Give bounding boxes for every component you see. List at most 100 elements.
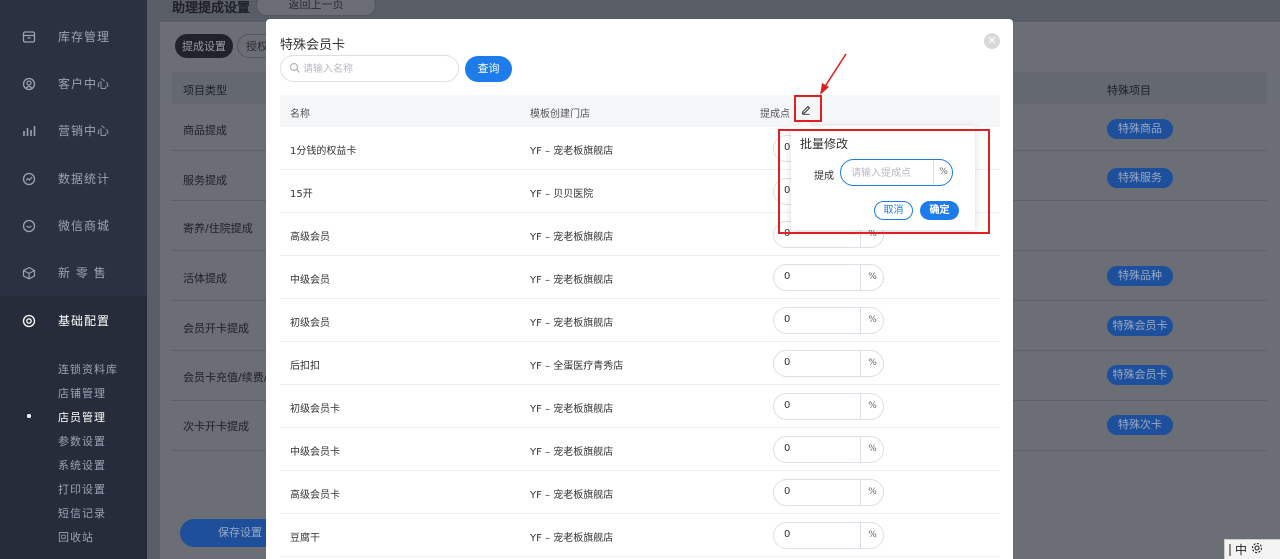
- rate-value: 0: [784, 314, 791, 325]
- rate-input[interactable]: 0%: [773, 264, 884, 291]
- gear-icon[interactable]: [1251, 542, 1263, 557]
- current-indicator-dot: [27, 414, 31, 418]
- commission-type-label: 会员卡充值/续费/换: [183, 371, 266, 384]
- special-goods-button[interactable]: 特殊商品: [1107, 119, 1173, 139]
- row-name: 豆腐干: [290, 533, 320, 544]
- inventory-icon: [22, 30, 36, 44]
- row-store: YF – 宠老板旗舰店: [530, 318, 614, 329]
- percent-unit: %: [860, 394, 884, 419]
- percent-unit: %: [860, 351, 884, 376]
- rate-value: 0: [784, 400, 791, 411]
- sidebar: 库存管理 客户中心 营销中心 数据统计 微信商城 新 零 售 基础配置 连锁资料…: [0, 0, 147, 559]
- rate-value: 0: [784, 271, 791, 282]
- column-header-special: 特殊项目: [1107, 84, 1151, 97]
- sidebar-item-retail[interactable]: 新 零 售: [0, 249, 147, 296]
- annotation-arrow: [820, 53, 847, 95]
- sidebar-item-statistics[interactable]: 数据统计: [0, 155, 147, 202]
- sidebar-item-label: 基础配置: [58, 314, 111, 328]
- percent-unit: %: [860, 523, 884, 548]
- row-store: YF – 全蛋医疗青秀店: [530, 361, 624, 372]
- close-icon[interactable]: ✕: [984, 33, 1000, 49]
- search-icon: [289, 62, 301, 74]
- ime-language: 中: [1235, 543, 1248, 557]
- sidebar-item-label: 新 零 售: [58, 266, 107, 280]
- row-store: YF – 贝贝医院: [530, 189, 594, 200]
- config-icon: [22, 314, 36, 328]
- sidebar-item-config[interactable]: 基础配置: [0, 297, 147, 344]
- sidebar-sub-item[interactable]: 系统设置: [58, 457, 106, 473]
- table-row: 初级会员 YF – 宠老板旗舰店 0%: [280, 299, 1000, 342]
- special-member-card-modal: 特殊会员卡 ✕ 查询 名称 模板创建门店 提成点 1分钱的权益卡 YF – 宠老…: [266, 19, 1013, 559]
- sidebar-item-wechat-mall[interactable]: 微信商城: [0, 202, 147, 249]
- table-row: 豆腐干 YF – 宠老板旗舰店 0%: [280, 514, 1000, 557]
- row-store: YF – 宠老板旗舰店: [530, 447, 614, 458]
- annotation-box-popover: [778, 129, 990, 234]
- column-header-type: 项目类型: [183, 84, 227, 97]
- row-store: YF – 宠老板旗舰店: [530, 232, 614, 243]
- sidebar-sub-item[interactable]: 打印设置: [58, 481, 106, 497]
- sidebar-sub-item[interactable]: 短信记录: [58, 505, 106, 521]
- marketing-icon: [22, 124, 36, 138]
- sidebar-item-label: 微信商城: [58, 219, 111, 233]
- rate-input[interactable]: 0%: [773, 436, 884, 463]
- sidebar-sub-item-current[interactable]: 店员管理: [58, 409, 106, 425]
- sidebar-item-marketing[interactable]: 营销中心: [0, 107, 147, 154]
- percent-unit: %: [860, 437, 884, 462]
- back-button[interactable]: 返回上一页: [256, 0, 376, 16]
- table-row: 高级会员卡 YF – 宠老板旗舰店 0%: [280, 471, 1000, 514]
- rate-input[interactable]: 0%: [773, 522, 884, 549]
- rate-input[interactable]: 0%: [773, 350, 884, 377]
- percent-unit: %: [860, 308, 884, 333]
- special-breed-button[interactable]: 特殊品种: [1107, 266, 1173, 286]
- row-store: YF – 宠老板旗舰店: [530, 275, 614, 286]
- ime-indicator[interactable]: 中: [1224, 539, 1280, 559]
- row-name: 中级会员: [290, 275, 330, 286]
- ime-handle-icon: [1229, 543, 1231, 556]
- sidebar-item-label: 客户中心: [58, 77, 111, 91]
- special-count-card-button[interactable]: 特殊次卡: [1107, 415, 1173, 435]
- sidebar-sub-item[interactable]: 连锁资料库: [58, 361, 118, 377]
- statistics-icon: [22, 172, 36, 186]
- special-service-button[interactable]: 特殊服务: [1107, 168, 1173, 188]
- row-name: 初级会员卡: [290, 404, 340, 415]
- row-name: 后扣扣: [290, 361, 320, 372]
- commission-type-label: 活体提成: [183, 272, 227, 285]
- commission-type-label: 会员开卡提成: [183, 322, 249, 335]
- row-name: 1分钱的权益卡: [290, 146, 357, 157]
- row-name: 初级会员: [290, 318, 330, 329]
- sidebar-sub-item[interactable]: 参数设置: [58, 433, 106, 449]
- tab-commission-settings[interactable]: 提成设置: [175, 34, 233, 58]
- row-name: 中级会员卡: [290, 447, 340, 458]
- special-member-card-button[interactable]: 特殊会员卡: [1107, 365, 1173, 385]
- query-button[interactable]: 查询: [465, 56, 512, 82]
- sidebar-item-customer[interactable]: 客户中心: [0, 60, 147, 107]
- sidebar-item-inventory[interactable]: 库存管理: [0, 13, 147, 60]
- column-header-name: 名称: [290, 109, 310, 120]
- modal-title: 特殊会员卡: [280, 38, 346, 53]
- rate-value: 0: [784, 357, 791, 368]
- search-input[interactable]: [303, 60, 453, 78]
- retail-icon: [22, 266, 36, 280]
- percent-unit: %: [860, 480, 884, 505]
- rate-input[interactable]: 0%: [773, 479, 884, 506]
- commission-type-label: 商品提成: [183, 124, 227, 137]
- sidebar-sub-item[interactable]: 店铺管理: [58, 385, 106, 401]
- rate-input[interactable]: 0%: [773, 307, 884, 334]
- special-member-card-button[interactable]: 特殊会员卡: [1107, 316, 1173, 336]
- row-name: 高级会员: [290, 232, 330, 243]
- row-store: YF – 宠老板旗舰店: [530, 146, 614, 157]
- table-header: 名称 模板创建门店 提成点: [280, 95, 1000, 127]
- commission-type-label: 次卡开卡提成: [183, 420, 249, 433]
- sidebar-item-label: 库存管理: [58, 30, 111, 44]
- rate-input[interactable]: 0%: [773, 393, 884, 420]
- row-store: YF – 宠老板旗舰店: [530, 490, 614, 501]
- commission-type-label: 寄养/住院提成: [183, 222, 253, 235]
- table-row: 中级会员 YF – 宠老板旗舰店 0%: [280, 256, 1000, 299]
- table-row: 后扣扣 YF – 全蛋医疗青秀店 0%: [280, 342, 1000, 385]
- column-header-store: 模板创建门店: [530, 109, 590, 120]
- commission-type-label: 服务提成: [183, 174, 227, 187]
- wechat-mall-icon: [22, 219, 36, 233]
- percent-unit: %: [860, 265, 884, 290]
- search-field[interactable]: [280, 55, 459, 82]
- sidebar-sub-item[interactable]: 回收站: [58, 529, 94, 545]
